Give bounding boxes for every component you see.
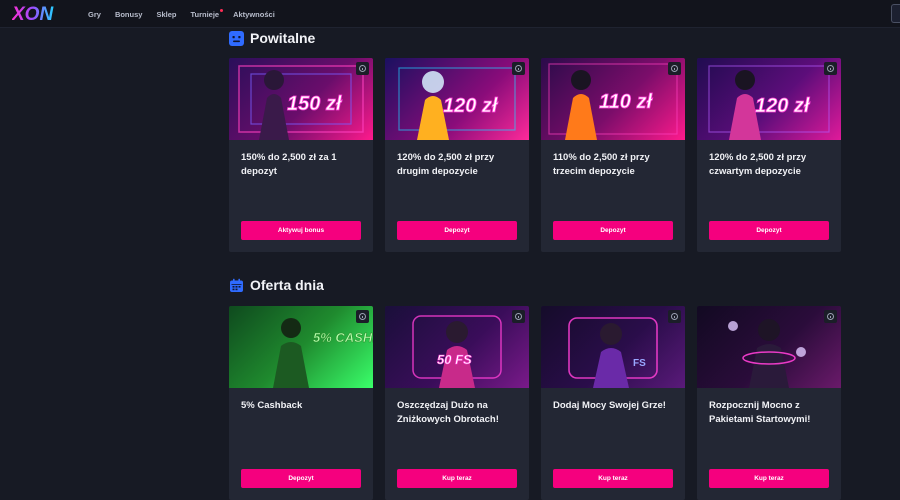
top-navigation-bar: XON Gry Bonusy Sklep Turnieje Aktywności xyxy=(0,0,900,28)
offer-card[interactable]: FS Dodaj Mocy Swojej Grze! Kup teraz xyxy=(541,306,685,500)
bonus-image: 150 zł xyxy=(229,58,373,140)
bonus-card[interactable]: 150 zł 150% do 2,500 zł za 1 depozyt Akt… xyxy=(229,58,373,252)
buy-now-button[interactable]: Kup teraz xyxy=(397,469,517,488)
info-icon[interactable] xyxy=(668,62,681,75)
info-icon[interactable] xyxy=(512,62,525,75)
section-title-welcome-text: Powitalne xyxy=(250,30,316,46)
offer-image: 50 FS xyxy=(385,306,529,388)
nav-item-shop[interactable]: Sklep xyxy=(156,10,176,19)
buy-now-button[interactable]: Kup teraz xyxy=(709,469,829,488)
offer-card[interactable]: 50 FS Oszczędzaj Dużo na Zniżkowych Obro… xyxy=(385,306,529,500)
bonus-card[interactable]: 110 zł 110% do 2,500 zł przy trzecim dep… xyxy=(541,58,685,252)
bonus-image: 110 zł xyxy=(541,58,685,140)
info-icon[interactable] xyxy=(824,310,837,323)
bonus-description: 150% do 2,500 zł za 1 depozyt xyxy=(241,152,337,177)
gift-icon xyxy=(229,30,244,46)
activate-bonus-button[interactable]: Aktywuj bonus xyxy=(241,221,361,240)
buy-now-button[interactable]: Kup teraz xyxy=(553,469,673,488)
offer-card[interactable]: Rozpocznij Mocno z Pakietami Startowymi!… xyxy=(697,306,841,500)
offer-image xyxy=(697,306,841,388)
nav-item-tournaments-label: Turnieje xyxy=(190,9,220,19)
sidebar-toggle-button[interactable] xyxy=(891,4,900,23)
nav-item-bonuses[interactable]: Bonusy xyxy=(115,10,143,19)
svg-text:120 zł: 120 zł xyxy=(755,95,811,117)
bonus-description: 120% do 2,500 zł przy czwartym depozycie xyxy=(709,152,807,177)
bonus-card[interactable]: 120 zł 120% do 2,500 zł przy czwartym de… xyxy=(697,58,841,252)
bonus-description: 110% do 2,500 zł przy trzecim depozycie xyxy=(553,152,650,177)
svg-text:110 zł: 110 zł xyxy=(599,91,653,113)
notification-dot xyxy=(220,8,224,12)
offer-description: 5% Cashback xyxy=(241,400,303,411)
offer-image: FS xyxy=(541,306,685,388)
nav-item-games[interactable]: Gry xyxy=(88,10,101,19)
offer-description: Rozpocznij Mocno z Pakietami Startowymi! xyxy=(709,400,811,425)
svg-text:XON: XON xyxy=(12,4,54,25)
deposit-button[interactable]: Depozyt xyxy=(241,469,361,488)
calendar-icon xyxy=(229,278,244,293)
svg-text:150 zł: 150 zł xyxy=(287,93,343,115)
bonus-image: 120 zł xyxy=(697,58,841,140)
offer-card[interactable]: 5% CASHBACK 5% Cashback Depozyt xyxy=(229,306,373,500)
svg-text:50 FS: 50 FS xyxy=(437,352,472,367)
deposit-button[interactable]: Depozyt xyxy=(709,221,829,240)
info-icon[interactable] xyxy=(512,310,525,323)
bonus-description: 120% do 2,500 zł przy drugim depozycie xyxy=(397,152,495,177)
main-nav: Gry Bonusy Sklep Turnieje Aktywności xyxy=(88,0,275,28)
info-icon[interactable] xyxy=(824,62,837,75)
section-title-daily: Oferta dnia xyxy=(229,277,324,293)
info-icon[interactable] xyxy=(356,310,369,323)
daily-offer-cards: 5% CASHBACK 5% Cashback Depozyt 50 FS Os… xyxy=(229,306,841,500)
info-icon[interactable] xyxy=(356,62,369,75)
section-title-welcome: Powitalne xyxy=(229,30,315,46)
offer-image: 5% CASHBACK xyxy=(229,306,373,388)
bonus-image: 120 zł xyxy=(385,58,529,140)
svg-text:120 zł: 120 zł xyxy=(443,95,499,117)
welcome-cards: 150 zł 150% do 2,500 zł za 1 depozyt Akt… xyxy=(229,58,841,252)
xon-logo[interactable]: XON xyxy=(12,3,68,25)
section-title-daily-text: Oferta dnia xyxy=(250,277,324,293)
deposit-button[interactable]: Depozyt xyxy=(397,221,517,240)
svg-text:5% CASHBACK: 5% CASHBACK xyxy=(313,330,373,345)
nav-item-tournaments[interactable]: Turnieje xyxy=(190,8,224,19)
nav-item-activities[interactable]: Aktywności xyxy=(233,10,275,19)
deposit-button[interactable]: Depozyt xyxy=(553,221,673,240)
offer-description: Dodaj Mocy Swojej Grze! xyxy=(553,400,666,411)
offer-description: Oszczędzaj Dużo na Zniżkowych Obrotach! xyxy=(397,400,499,425)
info-icon[interactable] xyxy=(668,310,681,323)
bonus-card[interactable]: 120 zł 120% do 2,500 zł przy drugim depo… xyxy=(385,58,529,252)
svg-text:FS: FS xyxy=(633,358,646,369)
